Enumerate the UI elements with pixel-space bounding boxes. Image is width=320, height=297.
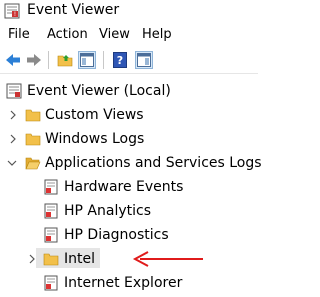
toolbar-separator bbox=[48, 51, 49, 69]
tree-node-hp-diagnostics[interactable]: HP Diagnostics bbox=[0, 224, 258, 246]
up-folder-icon bbox=[57, 55, 73, 67]
forward-button[interactable] bbox=[25, 51, 43, 69]
chevron-right-icon[interactable] bbox=[27, 254, 37, 264]
toolbar-separator bbox=[103, 51, 104, 69]
properties-pane-icon bbox=[137, 53, 151, 67]
tree-label-internet-explorer: Internet Explorer bbox=[64, 275, 183, 291]
chevron-right-icon[interactable] bbox=[8, 134, 18, 144]
event-log-icon bbox=[44, 179, 58, 195]
folder-icon bbox=[43, 253, 59, 266]
tree-label-custom-views: Custom Views bbox=[45, 107, 144, 123]
tree-label-root: Event Viewer (Local) bbox=[27, 83, 171, 99]
show-hide-tree-button[interactable] bbox=[78, 51, 96, 69]
help-button[interactable]: ? bbox=[111, 51, 129, 69]
event-log-icon bbox=[44, 275, 58, 291]
menu-file[interactable]: File bbox=[8, 27, 30, 43]
tree-node-applications-services-logs[interactable]: Applications and Services Logs bbox=[0, 152, 262, 174]
tree-node-hp-analytics[interactable]: HP Analytics bbox=[0, 200, 258, 222]
tree-label-windows-logs: Windows Logs bbox=[45, 131, 145, 147]
event-viewer-icon bbox=[6, 83, 22, 99]
tree-label-hp-diagnostics: HP Diagnostics bbox=[64, 227, 169, 243]
up-folder-button[interactable] bbox=[56, 51, 74, 69]
tree-node-hardware-events[interactable]: Hardware Events bbox=[0, 176, 258, 198]
menu-help[interactable]: Help bbox=[142, 27, 172, 43]
tree-label-intel: Intel bbox=[64, 251, 95, 267]
tree-label-applications-services-logs: Applications and Services Logs bbox=[45, 155, 262, 171]
show-hide-tree-icon bbox=[80, 53, 94, 67]
svg-text:!: ! bbox=[14, 11, 16, 18]
back-icon bbox=[6, 54, 20, 66]
svg-text:?: ? bbox=[117, 54, 123, 67]
menu-action[interactable]: Action bbox=[47, 27, 88, 43]
action-pane-button[interactable] bbox=[135, 51, 153, 69]
tree-node-custom-views[interactable]: Custom Views bbox=[0, 104, 258, 126]
open-folder-icon bbox=[25, 157, 41, 170]
menu-bar: File Action View Help bbox=[0, 24, 258, 46]
chevron-right-icon[interactable] bbox=[8, 110, 18, 120]
tree-label-hp-analytics: HP Analytics bbox=[64, 203, 151, 219]
event-viewer-app-icon: ! bbox=[4, 3, 20, 19]
tree-label-hardware-events: Hardware Events bbox=[64, 179, 184, 195]
tree-node-internet-explorer[interactable]: Internet Explorer bbox=[0, 272, 258, 294]
folder-icon bbox=[25, 133, 41, 146]
chevron-down-icon[interactable] bbox=[7, 158, 17, 168]
folder-icon bbox=[25, 109, 41, 122]
tree-node-intel[interactable]: Intel bbox=[0, 248, 258, 270]
tree-node-windows-logs[interactable]: Windows Logs bbox=[0, 128, 258, 150]
back-button[interactable] bbox=[4, 51, 22, 69]
tree-node-root[interactable]: Event Viewer (Local) bbox=[0, 80, 258, 102]
forward-icon bbox=[27, 54, 41, 66]
menu-view[interactable]: View bbox=[99, 27, 130, 43]
event-log-icon bbox=[44, 203, 58, 219]
help-icon: ? bbox=[113, 52, 127, 68]
annotation-arrow-icon bbox=[132, 251, 203, 267]
window-title: Event Viewer bbox=[27, 2, 120, 18]
toolbar: ? bbox=[0, 46, 258, 74]
title-bar: ! Event Viewer bbox=[0, 0, 258, 22]
event-log-icon bbox=[44, 227, 58, 243]
